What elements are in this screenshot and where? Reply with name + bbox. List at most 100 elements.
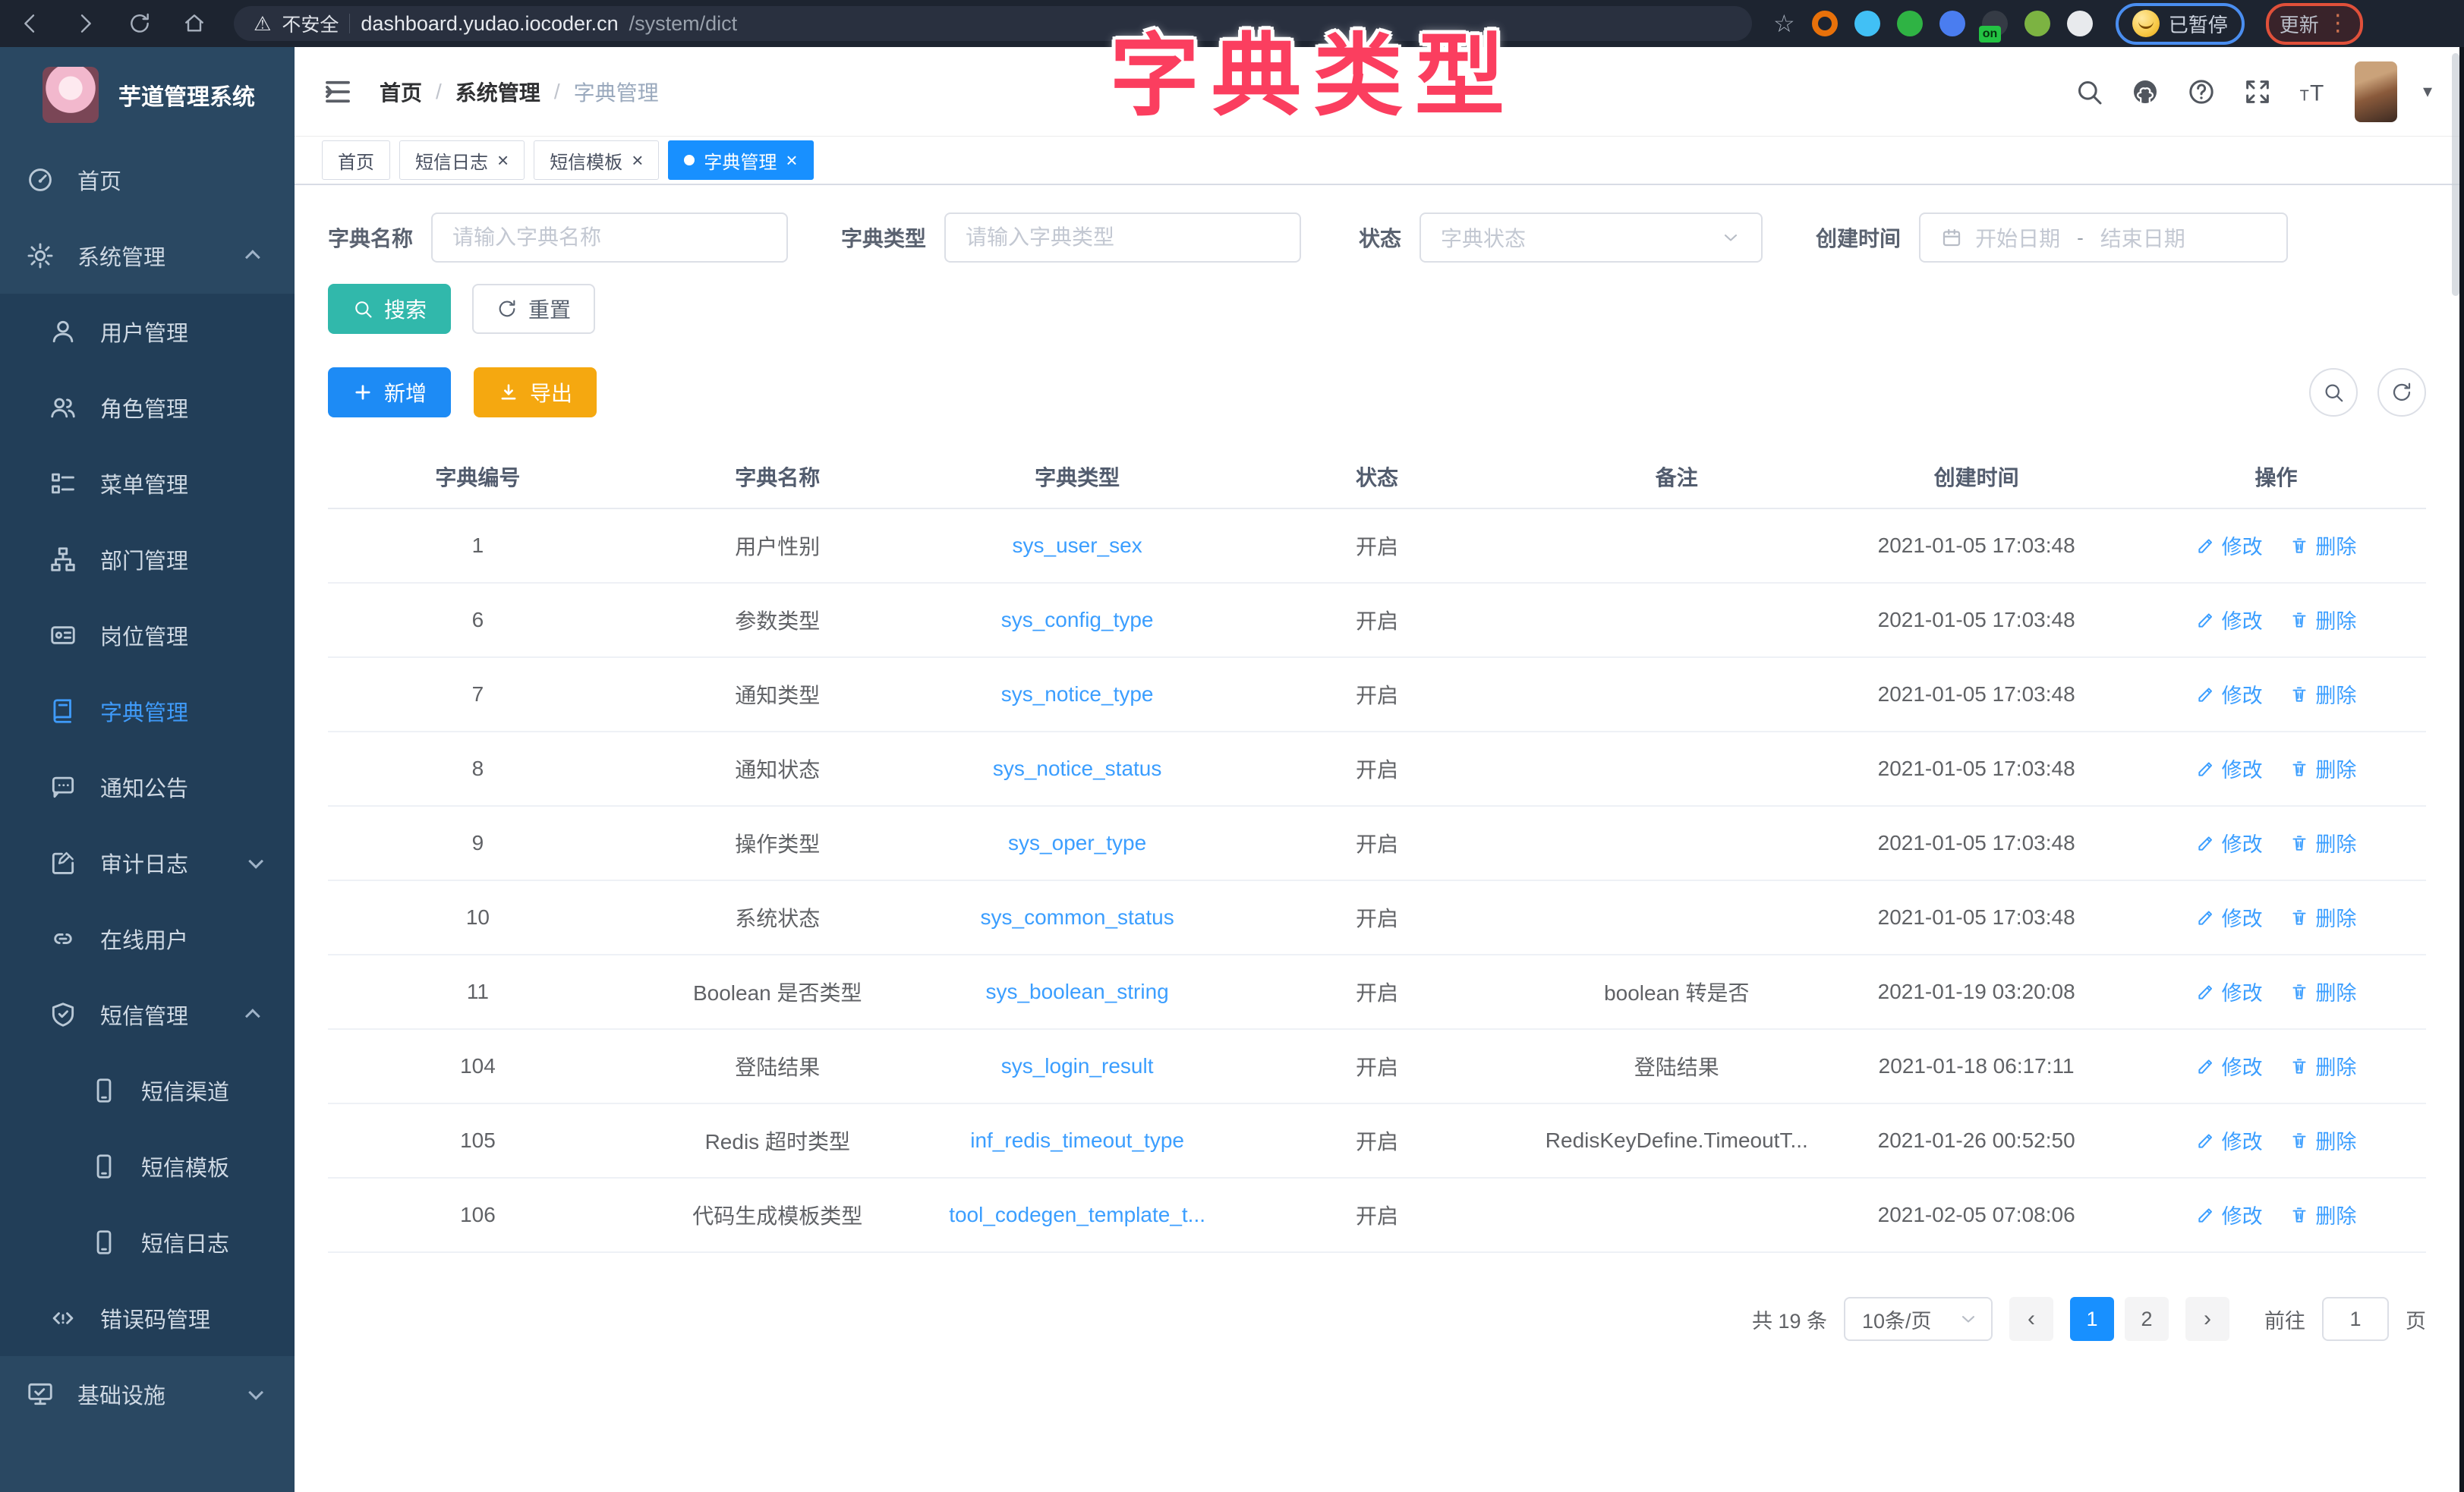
export-button[interactable]: 导出 bbox=[474, 367, 597, 417]
delete-link[interactable]: 删除 bbox=[2289, 1200, 2356, 1229]
edit-link[interactable]: 修改 bbox=[2196, 977, 2263, 1006]
extension-icon[interactable] bbox=[2067, 11, 2093, 36]
breadcrumb-item[interactable]: 首页 / bbox=[380, 77, 442, 107]
sidebar-item[interactable]: 角色管理 bbox=[0, 370, 295, 445]
caret-down-icon[interactable]: ▾ bbox=[2423, 80, 2432, 102]
extension-icon[interactable] bbox=[1854, 11, 1880, 36]
cell-dict-type-link[interactable]: sys_notice_type bbox=[928, 657, 1227, 732]
browser-update-button[interactable]: 更新 ⋮ bbox=[2266, 3, 2363, 45]
delete-link[interactable]: 删除 bbox=[2289, 977, 2356, 1006]
github-icon[interactable] bbox=[2130, 77, 2160, 107]
edit-link[interactable]: 修改 bbox=[2196, 530, 2263, 560]
prev-page-button[interactable]: ‹ bbox=[2009, 1297, 2053, 1341]
back-icon[interactable] bbox=[15, 8, 46, 39]
sidebar-item[interactable]: 字典管理 bbox=[0, 673, 295, 749]
tag-tab[interactable]: 短信日志 × bbox=[399, 140, 525, 180]
edit-link[interactable]: 修改 bbox=[2196, 1200, 2263, 1229]
delete-link[interactable]: 删除 bbox=[2289, 828, 2356, 858]
breadcrumb-item[interactable]: 字典管理 / bbox=[574, 77, 659, 107]
delete-link[interactable]: 删除 bbox=[2289, 902, 2356, 932]
reset-button[interactable]: 重置 bbox=[472, 284, 595, 334]
paused-extension-badge[interactable]: 已暂停 bbox=[2116, 3, 2245, 45]
cell-dict-type-link[interactable]: sys_login_result bbox=[928, 1029, 1227, 1103]
dict-type-input[interactable] bbox=[966, 225, 1280, 250]
breadcrumb-item[interactable]: 系统管理 / bbox=[455, 77, 560, 107]
cell-dict-type-link[interactable]: sys_user_sex bbox=[928, 508, 1227, 583]
delete-link[interactable]: 删除 bbox=[2289, 679, 2356, 709]
delete-link[interactable]: 删除 bbox=[2289, 754, 2356, 783]
cell-dict-type-link[interactable]: sys_oper_type bbox=[928, 806, 1227, 880]
tag-tab[interactable]: 首页 × bbox=[322, 140, 390, 180]
edit-link[interactable]: 修改 bbox=[2196, 1051, 2263, 1081]
edit-link[interactable]: 修改 bbox=[2196, 679, 2263, 709]
close-icon[interactable]: × bbox=[786, 150, 797, 170]
close-icon[interactable]: × bbox=[632, 150, 643, 170]
sidebar-item[interactable]: 基础设施 bbox=[0, 1356, 295, 1432]
delete-link[interactable]: 删除 bbox=[2289, 605, 2356, 634]
extension-icon[interactable] bbox=[1812, 11, 1838, 36]
sidebar-item[interactable]: 短信日志 bbox=[0, 1204, 295, 1280]
page-number-button[interactable]: 1 bbox=[2070, 1297, 2114, 1341]
tag-tab[interactable]: 字典管理 × bbox=[668, 140, 813, 180]
edit-link[interactable]: 修改 bbox=[2196, 754, 2263, 783]
sidebar-item[interactable]: 错误码管理 bbox=[0, 1280, 295, 1356]
font-size-icon[interactable]: TT bbox=[2299, 77, 2329, 107]
cell-dict-type-link[interactable]: sys_boolean_string bbox=[928, 955, 1227, 1029]
extension-icon[interactable] bbox=[2024, 11, 2050, 36]
cell-dict-type-link[interactable]: sys_common_status bbox=[928, 880, 1227, 955]
page-size-select[interactable]: 10条/页 bbox=[1844, 1297, 1993, 1341]
cell-remark: 登陆结果 bbox=[1527, 1029, 1826, 1103]
reload-icon[interactable] bbox=[124, 8, 155, 39]
close-icon[interactable]: × bbox=[497, 150, 509, 170]
scrollbar-thumb[interactable] bbox=[2452, 53, 2459, 296]
sidebar-item[interactable]: 首页 bbox=[0, 142, 295, 218]
add-button[interactable]: 新增 bbox=[328, 367, 451, 417]
extension-icon[interactable] bbox=[1939, 11, 1965, 36]
sidebar-logo[interactable]: 芋道管理系统 bbox=[0, 47, 295, 142]
search-icon[interactable] bbox=[2074, 77, 2104, 107]
status-select[interactable]: 字典状态 bbox=[1419, 212, 1763, 263]
dict-name-input[interactable] bbox=[452, 225, 767, 250]
forward-icon[interactable] bbox=[70, 8, 100, 39]
home-icon[interactable] bbox=[179, 8, 210, 39]
sidebar-item[interactable]: 用户管理 bbox=[0, 294, 295, 370]
sidebar-item[interactable]: 短信管理 bbox=[0, 977, 295, 1053]
bookmark-star-icon[interactable]: ☆ bbox=[1773, 9, 1795, 38]
edit-link[interactable]: 修改 bbox=[2196, 605, 2263, 634]
extension-icon[interactable] bbox=[1897, 11, 1923, 36]
sidebar-item[interactable]: 在线用户 bbox=[0, 901, 295, 977]
goto-page-input[interactable] bbox=[2322, 1297, 2389, 1341]
next-page-button[interactable]: › bbox=[2185, 1297, 2229, 1341]
edit-link[interactable]: 修改 bbox=[2196, 828, 2263, 858]
search-button[interactable]: 搜索 bbox=[328, 284, 451, 334]
cell-dict-type-link[interactable]: tool_codegen_template_t... bbox=[928, 1178, 1227, 1252]
sidebar-item[interactable]: 系统管理 bbox=[0, 218, 295, 294]
cell-dict-type-link[interactable]: inf_redis_timeout_type bbox=[928, 1103, 1227, 1178]
hamburger-icon[interactable] bbox=[322, 76, 354, 108]
sidebar-item[interactable]: 菜单管理 bbox=[0, 445, 295, 521]
address-bar[interactable]: ⚠ 不安全 dashboard.yudao.iocoder.cn/system/… bbox=[234, 6, 1752, 41]
sidebar-item[interactable]: 部门管理 bbox=[0, 521, 295, 597]
delete-link[interactable]: 删除 bbox=[2289, 1125, 2356, 1155]
edit-link[interactable]: 修改 bbox=[2196, 902, 2263, 932]
edit-link[interactable]: 修改 bbox=[2196, 1125, 2263, 1155]
cell-dict-type-link[interactable]: sys_config_type bbox=[928, 583, 1227, 657]
table-refresh-button[interactable] bbox=[2377, 368, 2426, 417]
extension-icon[interactable]: on bbox=[1982, 11, 2008, 36]
delete-link[interactable]: 删除 bbox=[2289, 1051, 2356, 1081]
fullscreen-icon[interactable] bbox=[2242, 77, 2273, 107]
cell-dict-type-link[interactable]: sys_notice_status bbox=[928, 732, 1227, 806]
kebab-menu-icon[interactable]: ⋮ bbox=[2327, 12, 2349, 35]
tag-tab[interactable]: 短信模板 × bbox=[534, 140, 659, 180]
table-search-button[interactable] bbox=[2309, 368, 2358, 417]
user-avatar[interactable] bbox=[2355, 61, 2397, 122]
page-number-button[interactable]: 2 bbox=[2125, 1297, 2169, 1341]
help-icon[interactable] bbox=[2186, 77, 2217, 107]
sidebar-item[interactable]: 短信渠道 bbox=[0, 1053, 295, 1128]
delete-link[interactable]: 删除 bbox=[2289, 530, 2356, 560]
date-range-picker[interactable]: 开始日期 - 结束日期 bbox=[1919, 212, 2288, 263]
sidebar-item[interactable]: 审计日志 bbox=[0, 825, 295, 901]
sidebar-item[interactable]: 岗位管理 bbox=[0, 597, 295, 673]
sidebar-item[interactable]: 短信模板 bbox=[0, 1128, 295, 1204]
sidebar-item[interactable]: 通知公告 bbox=[0, 749, 295, 825]
